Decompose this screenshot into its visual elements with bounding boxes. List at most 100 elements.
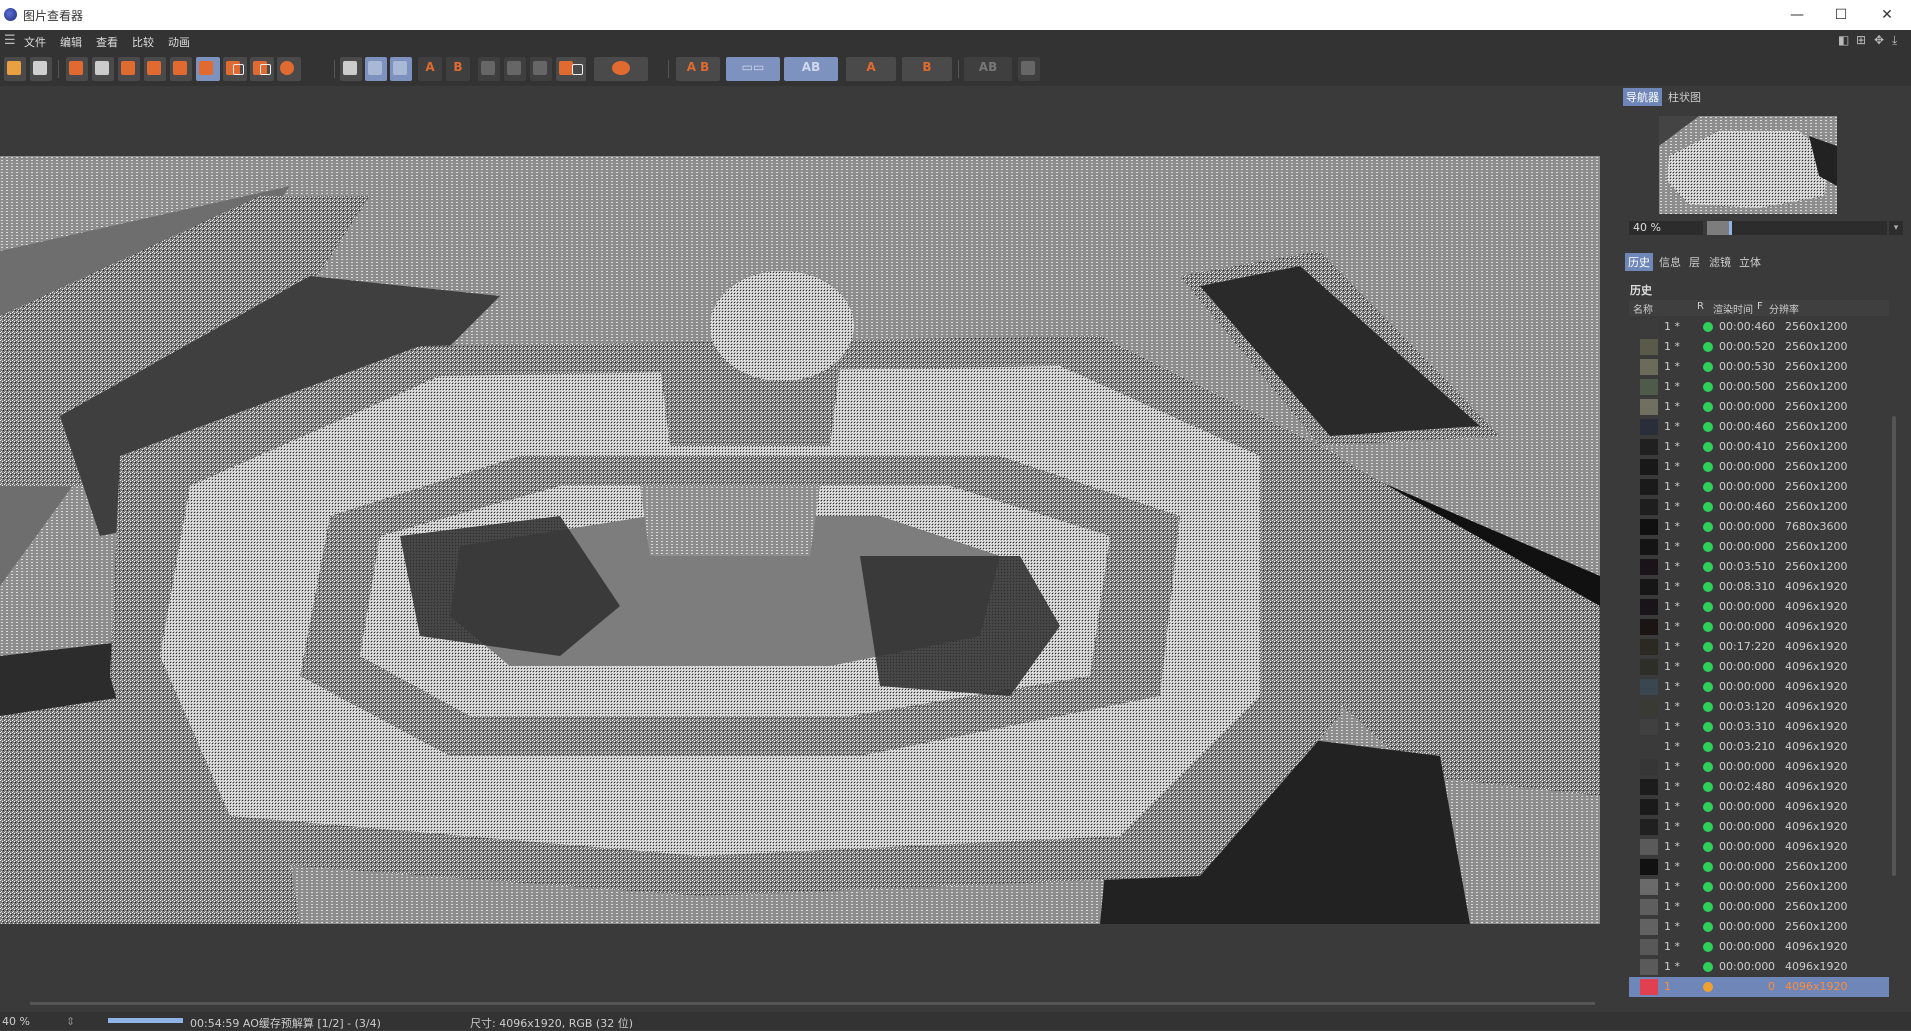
history-row[interactable]: 1 * 00:00:52 0 2560x1200 bbox=[1629, 337, 1889, 357]
image-viewport[interactable] bbox=[0, 86, 1615, 1010]
zoom-slider-knob[interactable] bbox=[1729, 221, 1733, 235]
tab-navigator[interactable]: 导航器 bbox=[1623, 88, 1662, 106]
menu-edit[interactable]: 编辑 bbox=[60, 34, 82, 50]
ab-compare-button[interactable]: A B bbox=[676, 57, 720, 81]
col-r[interactable]: R bbox=[1697, 301, 1704, 312]
navigator-thumbnail[interactable] bbox=[1659, 116, 1837, 214]
render-icon[interactable] bbox=[66, 57, 88, 81]
history-row[interactable]: 1 * 00:00:00 0 4096x1920 bbox=[1629, 757, 1889, 777]
history-row[interactable]: 1 * 00:00:00 0 2560x1200 bbox=[1629, 537, 1889, 557]
ab-split-button[interactable]: ▭▭ bbox=[726, 57, 780, 81]
close-button[interactable]: ✕ bbox=[1867, 4, 1907, 26]
set-b-small-icon[interactable]: B bbox=[446, 57, 470, 81]
status-dot-icon bbox=[1703, 822, 1713, 832]
history-row[interactable]: 1 * 00:00:46 0 2560x1200 bbox=[1629, 497, 1889, 517]
minimize-button[interactable]: — bbox=[1777, 4, 1817, 26]
status-zoom[interactable]: 40 % bbox=[2, 1015, 30, 1028]
ab-overlay-button[interactable]: AB bbox=[784, 57, 838, 81]
col-name[interactable]: 名称 bbox=[1633, 301, 1653, 316]
zoom-slider[interactable] bbox=[1707, 221, 1887, 235]
col-resolution[interactable]: 分辨率 bbox=[1769, 301, 1799, 316]
maximize-button[interactable]: ☐ bbox=[1821, 4, 1861, 26]
history-row[interactable]: 1 * 00:00:00 0 4096x1920 bbox=[1629, 677, 1889, 697]
menu-file[interactable]: 文件 bbox=[24, 34, 46, 50]
scrollbar-thumb[interactable] bbox=[1892, 416, 1896, 876]
horizontal-scrollbar[interactable] bbox=[30, 1002, 1595, 1005]
history-row[interactable]: 1 * 00:00:53 0 2560x1200 bbox=[1629, 357, 1889, 377]
history-row[interactable]: 1 * 00:00:46 0 2560x1200 bbox=[1629, 317, 1889, 337]
panel-toggle-icon[interactable]: ◧ bbox=[1838, 33, 1849, 47]
history-row[interactable]: 1 * 00:00:00 0 4096x1920 bbox=[1629, 797, 1889, 817]
compare-mode-2-icon[interactable] bbox=[504, 57, 526, 81]
history-row[interactable]: 1 * 00:03:51 0 2560x1200 bbox=[1629, 557, 1889, 577]
history-scrollbar[interactable] bbox=[1890, 316, 1898, 906]
ab-view-icon[interactable] bbox=[340, 57, 362, 81]
save-icon[interactable] bbox=[30, 57, 52, 81]
render-object-icon[interactable] bbox=[118, 57, 140, 81]
history-row[interactable]: 1 * 00:00:00 0 4096x1920 bbox=[1629, 937, 1889, 957]
copy-icon[interactable] bbox=[170, 57, 192, 81]
history-row[interactable]: 1 * 00:17:22 0 4096x1920 bbox=[1629, 637, 1889, 657]
history-row[interactable]: 1 * 00:00:41 0 2560x1200 bbox=[1629, 437, 1889, 457]
frame-alt-icon[interactable] bbox=[250, 57, 274, 81]
tab-info[interactable]: 信息 bbox=[1656, 253, 1684, 271]
history-row[interactable]: 1 * 00:00:00 0 7680x3600 bbox=[1629, 517, 1889, 537]
tab-history[interactable]: 历史 bbox=[1625, 253, 1653, 271]
render-queue-icon[interactable] bbox=[144, 57, 166, 81]
swap-ab-button[interactable]: AB bbox=[964, 57, 1012, 81]
history-row[interactable]: 1 * 00:00:00 0 2560x1200 bbox=[1629, 397, 1889, 417]
menu-view[interactable]: 查看 bbox=[96, 34, 118, 50]
compare-window-icon[interactable] bbox=[556, 57, 586, 81]
history-row[interactable]: 1 0 4096x1920 bbox=[1629, 977, 1889, 997]
history-row[interactable]: 1 * 00:00:00 0 4096x1920 bbox=[1629, 817, 1889, 837]
zoom-stepper-icon[interactable]: ⇕ bbox=[66, 1015, 75, 1028]
history-row[interactable]: 1 * 00:03:31 0 4096x1920 bbox=[1629, 717, 1889, 737]
history-row[interactable]: 1 * 00:08:31 0 4096x1920 bbox=[1629, 577, 1889, 597]
ab-diff-icon[interactable] bbox=[390, 57, 412, 81]
tab-stereo[interactable]: 立体 bbox=[1736, 253, 1764, 271]
tab-layers[interactable]: 层 bbox=[1686, 253, 1703, 271]
move-icon[interactable]: ✥ bbox=[1874, 33, 1884, 47]
tab-histogram[interactable]: 柱状图 bbox=[1665, 88, 1704, 106]
compare-mode-3-icon[interactable] bbox=[530, 57, 552, 81]
new-window-icon[interactable]: ⊞ bbox=[1856, 33, 1866, 47]
col-render-time[interactable]: 渲染时间 bbox=[1713, 301, 1753, 316]
history-row[interactable]: 1 * 00:00:00 0 4096x1920 bbox=[1629, 657, 1889, 677]
open-icon[interactable] bbox=[4, 57, 26, 81]
region-render-icon[interactable] bbox=[92, 57, 114, 81]
history-row[interactable]: 1 * 00:00:00 0 2560x1200 bbox=[1629, 457, 1889, 477]
zoom-field[interactable]: 40 % bbox=[1629, 221, 1703, 235]
menu-animate[interactable]: 动画 bbox=[168, 34, 190, 50]
layer-icon[interactable] bbox=[196, 57, 220, 81]
hamburger-icon[interactable]: ☰ bbox=[4, 33, 16, 48]
history-row[interactable]: 1 * 00:00:00 0 4096x1920 bbox=[1629, 837, 1889, 857]
col-f[interactable]: F bbox=[1757, 301, 1763, 312]
extra-tool-icon[interactable] bbox=[1018, 57, 1040, 81]
set-b-button[interactable]: B bbox=[902, 57, 952, 81]
split-view-icon[interactable] bbox=[365, 57, 387, 81]
history-row[interactable]: 1 * 00:00:46 0 2560x1200 bbox=[1629, 417, 1889, 437]
history-row[interactable]: 1 * 00:00:00 0 2560x1200 bbox=[1629, 477, 1889, 497]
menu-compare[interactable]: 比较 bbox=[132, 34, 154, 50]
tab-filter[interactable]: 滤镜 bbox=[1706, 253, 1734, 271]
dock-icon[interactable]: ⤓ bbox=[1892, 33, 1897, 48]
compare-mode-icon[interactable] bbox=[478, 57, 500, 81]
history-row[interactable]: 1 * 00:00:00 0 4096x1920 bbox=[1629, 957, 1889, 977]
history-row[interactable]: 1 * 00:00:00 0 4096x1920 bbox=[1629, 617, 1889, 637]
history-row[interactable]: 1 * 00:03:12 0 4096x1920 bbox=[1629, 697, 1889, 717]
history-row[interactable]: 1 * 00:00:00 0 2560x1200 bbox=[1629, 917, 1889, 937]
history-row[interactable]: 1 * 00:00:00 0 4096x1920 bbox=[1629, 597, 1889, 617]
history-row[interactable]: 1 * 00:02:48 0 4096x1920 bbox=[1629, 777, 1889, 797]
frame-icon[interactable] bbox=[223, 57, 247, 81]
history-row[interactable]: 1 * 00:00:00 0 2560x1200 bbox=[1629, 857, 1889, 877]
set-a-button[interactable]: A bbox=[846, 57, 896, 81]
set-a-small-icon[interactable]: A bbox=[418, 57, 442, 81]
history-row[interactable]: 1 * 00:03:21 0 4096x1920 bbox=[1629, 737, 1889, 757]
teamrender-icon[interactable] bbox=[594, 57, 648, 81]
history-row[interactable]: 1 * 00:00:00 0 2560x1200 bbox=[1629, 877, 1889, 897]
history-row[interactable]: 1 * 00:00:50 0 2560x1200 bbox=[1629, 377, 1889, 397]
snapshot-icon[interactable] bbox=[277, 57, 301, 81]
history-row[interactable]: 1 * 00:00:00 0 2560x1200 bbox=[1629, 897, 1889, 917]
row-frame: 0 bbox=[1768, 500, 1775, 513]
zoom-dropdown-icon[interactable]: ▾ bbox=[1889, 221, 1903, 235]
